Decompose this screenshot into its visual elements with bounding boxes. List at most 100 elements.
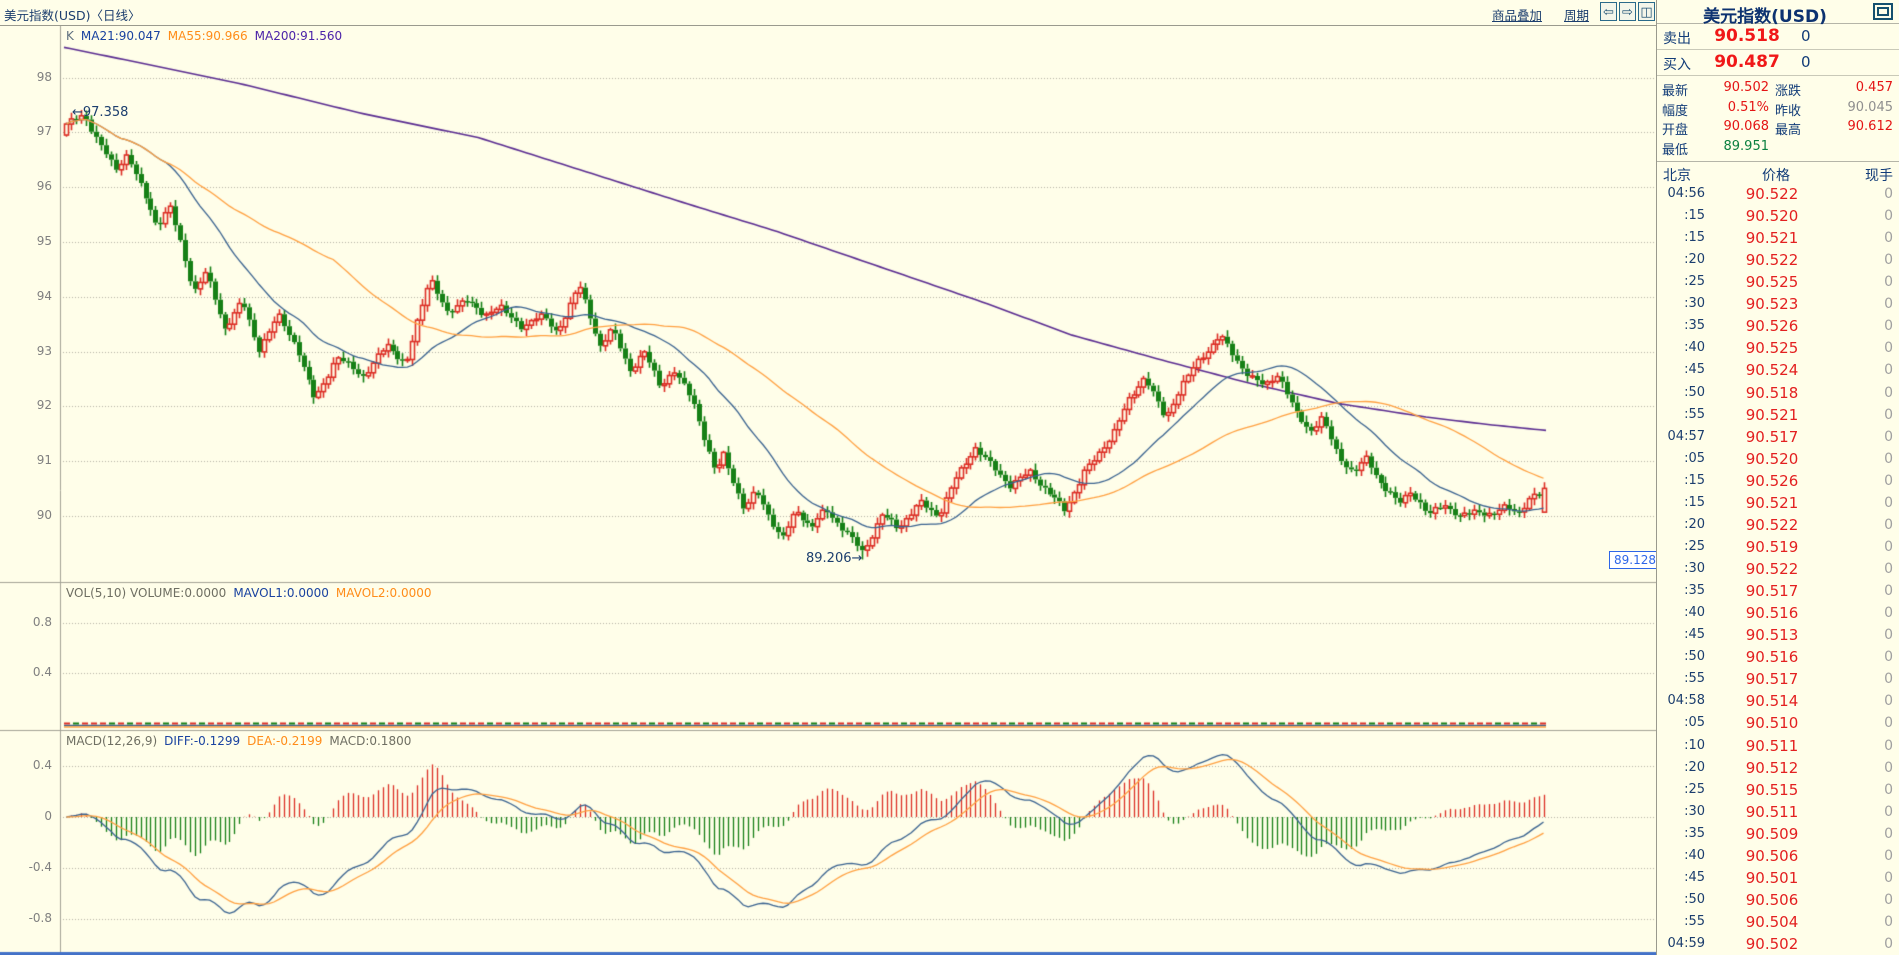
- tape-row: :5590.5040: [1657, 911, 1899, 933]
- legend-item: MAVOL1:0.0000: [233, 586, 329, 600]
- tape-row: :4590.5130: [1657, 624, 1899, 646]
- tape-volume: 0: [1884, 914, 1893, 930]
- tape-time: :30: [1657, 804, 1705, 819]
- main-legend: KMA21:90.047MA55:90.966MA200:91.560: [66, 29, 349, 43]
- tape-price: 90.519: [1717, 538, 1827, 556]
- tape-volume: 0: [1884, 362, 1893, 378]
- tape-volume: 0: [1884, 671, 1893, 687]
- legend-item: MA200:91.560: [255, 29, 343, 43]
- tape-row: :3590.5090: [1657, 823, 1899, 845]
- tape-time: 04:59: [1657, 936, 1705, 951]
- tape-time: :50: [1657, 649, 1705, 664]
- legend-item: MA55:90.966: [168, 29, 248, 43]
- tape-row: :4090.5060: [1657, 845, 1899, 867]
- tape-row: :1590.5210: [1657, 227, 1899, 249]
- tape-time: :35: [1657, 318, 1705, 333]
- stat-label: 涨跌: [1775, 80, 1801, 99]
- tape-price: 90.525: [1717, 339, 1827, 357]
- ask-label: 卖出: [1663, 28, 1691, 48]
- quote-panel: 美元指数(USD) 卖出 90.518 0 买入 90.487 0 最新90.5…: [1656, 0, 1899, 955]
- tape-row: :0590.5200: [1657, 448, 1899, 470]
- tape-time: :45: [1657, 362, 1705, 377]
- tape-row: :5590.5170: [1657, 668, 1899, 690]
- tape-time: :50: [1657, 892, 1705, 907]
- tape-price: 90.520: [1717, 450, 1827, 468]
- tape-time: :45: [1657, 627, 1705, 642]
- tape-volume: 0: [1884, 826, 1893, 842]
- tape-time: :10: [1657, 738, 1705, 753]
- tape-row: :15 90.526 0: [1657, 470, 1899, 492]
- prev-chart-icon[interactable]: ⇦: [1600, 2, 1617, 21]
- tape-time: :15: [1657, 495, 1705, 510]
- tape-price: 90.518: [1717, 384, 1827, 402]
- tape-time: :45: [1657, 870, 1705, 885]
- tape-volume: 0: [1884, 208, 1893, 224]
- tape-header-col: 价格: [1741, 165, 1811, 185]
- tape-volume: 0: [1884, 760, 1893, 776]
- tape-time: 04:56: [1657, 186, 1705, 201]
- stat-row: 开盘90.068最高90.612: [1657, 119, 1899, 138]
- tape-time: 04:57: [1657, 429, 1705, 444]
- price-axis-label: 94: [0, 289, 52, 303]
- period-link[interactable]: 周期: [1564, 5, 1589, 24]
- price-axis-label: 96: [0, 179, 52, 193]
- tape-volume: 0: [1884, 340, 1893, 356]
- tape-time: :40: [1657, 848, 1705, 863]
- legend-item: K: [66, 29, 74, 43]
- tape-time: :15: [1657, 473, 1705, 488]
- tape-time: :40: [1657, 340, 1705, 355]
- tape-row: :1590.5200: [1657, 205, 1899, 227]
- tape-row: 04:5990.5020: [1657, 933, 1899, 955]
- bid-row: 买入 90.487 0: [1657, 50, 1899, 76]
- tape-row: :3090.5220: [1657, 558, 1899, 580]
- tape-volume: 0: [1884, 892, 1893, 908]
- tape-time: :55: [1657, 671, 1705, 686]
- stat-value: 90.502: [1697, 80, 1769, 95]
- tape-row: 04:5690.5220: [1657, 183, 1899, 205]
- tape-row: :40 90.525 0: [1657, 337, 1899, 359]
- stat-row: 幅度0.51%昨收90.045: [1657, 100, 1899, 119]
- tape-row: :5590.5210: [1657, 404, 1899, 426]
- tape-time: :25: [1657, 782, 1705, 797]
- tape-volume: 0: [1884, 186, 1893, 202]
- tape-time: :30: [1657, 561, 1705, 576]
- split-view-icon[interactable]: ◫: [1638, 2, 1655, 21]
- tape-volume: 0: [1884, 649, 1893, 665]
- tape-time: :20: [1657, 252, 1705, 267]
- tape-row: :2590.5250: [1657, 271, 1899, 293]
- legend-item: MACD:0.1800: [329, 734, 411, 748]
- tape-row: :3090.5230: [1657, 293, 1899, 315]
- tape-time: :25: [1657, 274, 1705, 289]
- tape-volume: 0: [1884, 936, 1893, 952]
- volume-axis-label: 0.8: [0, 615, 52, 629]
- tape-price: 90.504: [1717, 913, 1827, 931]
- tape-price: 90.522: [1717, 516, 1827, 534]
- tape-time: :55: [1657, 407, 1705, 422]
- tape-price: 90.517: [1717, 428, 1827, 446]
- tape-row: 04:5790.5170: [1657, 426, 1899, 448]
- tape-volume: 0: [1884, 274, 1893, 290]
- overlay-link[interactable]: 商品叠加: [1492, 5, 1542, 24]
- next-chart-icon[interactable]: ⇨: [1619, 2, 1636, 21]
- tape-volume: 0: [1884, 715, 1893, 731]
- tape-price: 90.510: [1717, 714, 1827, 732]
- tape-volume: 0: [1884, 407, 1893, 423]
- tape-volume: 0: [1884, 738, 1893, 754]
- stat-label: 昨收: [1775, 100, 1801, 119]
- restore-window-icon[interactable]: [1873, 3, 1893, 20]
- tape-price: 90.514: [1717, 692, 1827, 710]
- chart-canvas[interactable]: [0, 26, 1656, 955]
- tape-header: 北京价格现手: [1657, 161, 1899, 184]
- tape-volume: 0: [1884, 539, 1893, 555]
- price-axis-label: 95: [0, 234, 52, 248]
- legend-item: MAVOL2:0.0000: [336, 586, 432, 600]
- legend-item: MACD(12,26,9): [66, 734, 157, 748]
- tape-time: :15: [1657, 208, 1705, 223]
- bid-label: 买入: [1663, 54, 1691, 74]
- tape-price: 90.522: [1717, 251, 1827, 269]
- tape-volume: 0: [1884, 473, 1893, 489]
- tape-row: :1090.5110: [1657, 735, 1899, 757]
- bid-quantity: 0: [1801, 53, 1811, 71]
- tape-price: 90.506: [1717, 847, 1827, 865]
- tape-price: 90.526: [1717, 472, 1827, 490]
